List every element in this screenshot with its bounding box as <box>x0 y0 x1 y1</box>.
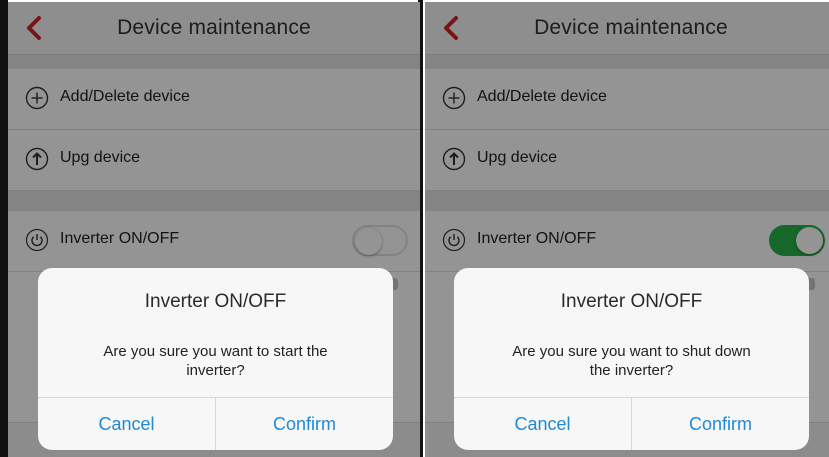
dialog-message: Are you sure you want to start the inver… <box>103 343 328 379</box>
screen-shutdown-inverter: Device maintenance Add/Delete device Upg… <box>425 2 829 457</box>
dialog-title: Inverter ON/OFF <box>144 291 287 312</box>
dialog-message: Are you sure you want to shut down the i… <box>512 343 751 379</box>
confirm-button[interactable]: Confirm <box>215 398 393 450</box>
screen-bezel-left <box>0 0 8 457</box>
cancel-button[interactable]: Cancel <box>454 398 631 450</box>
dialog-title: Inverter ON/OFF <box>560 291 703 312</box>
confirm-button[interactable]: Confirm <box>631 398 809 450</box>
confirm-dialog: Inverter ON/OFF Are you sure you want to… <box>38 268 393 450</box>
screen-start-inverter: Device maintenance Add/Delete device Upg… <box>8 2 420 457</box>
dialog-button-bar: Cancel Confirm <box>38 397 393 450</box>
cancel-button[interactable]: Cancel <box>38 398 215 450</box>
confirm-dialog: Inverter ON/OFF Are you sure you want to… <box>454 268 809 450</box>
dialog-button-bar: Cancel Confirm <box>454 397 809 450</box>
